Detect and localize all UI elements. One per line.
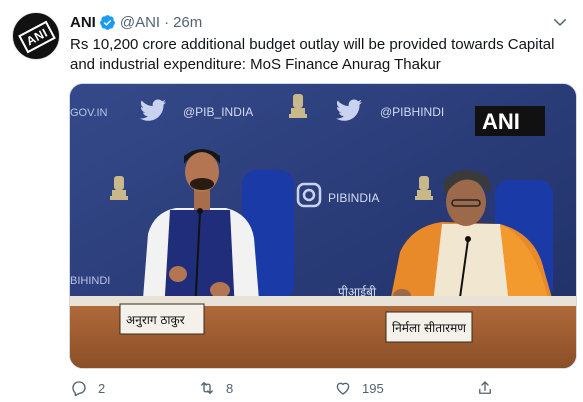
reply-count: 2 (98, 380, 106, 396)
heart-icon (336, 382, 350, 395)
backdrop-bihindi: BIHINDI (70, 275, 110, 287)
nameplate-left: अनुराग ठाकुर (126, 313, 186, 328)
share-icon (479, 381, 491, 394)
backdrop-pib-label: PIBINDIA (328, 191, 379, 205)
avatar[interactable]: ANI (12, 12, 60, 60)
display-name[interactable]: ANI (70, 14, 96, 31)
press-conference-photo: GOV.IN @PIB_INDIA @PIBHINDI ANI PIBINDIA… (70, 84, 576, 368)
reply-icon (72, 381, 86, 397)
more-options-button[interactable] (548, 10, 572, 34)
backdrop-site-text: GOV.IN (70, 107, 108, 119)
tweet-header: ANI @ANI · 26m (70, 12, 202, 32)
handle[interactable]: @ANI (120, 14, 160, 31)
like-button[interactable]: 195 (334, 376, 384, 400)
tweet: ANI ANI @ANI · 26m Rs 10,200 crore addit… (0, 0, 583, 402)
ani-logo: ANI (18, 20, 56, 54)
backdrop-handle-2: @PIBHINDI (380, 105, 444, 119)
reply-button[interactable]: 2 (70, 376, 105, 400)
share-button[interactable] (476, 376, 494, 400)
verified-badge-icon (99, 14, 115, 30)
retweet-count: 8 (226, 380, 234, 396)
nameplate-right: निर्मला सीतारमण (392, 321, 466, 335)
tweet-media-image[interactable]: GOV.IN @PIB_INDIA @PIBHINDI ANI PIBINDIA… (69, 83, 577, 369)
retweet-icon (201, 382, 213, 394)
ani-logo-text: ANI (23, 25, 51, 49)
retweet-button[interactable]: 8 (198, 376, 233, 400)
timestamp[interactable]: 26m (173, 14, 202, 31)
tweet-text: Rs 10,200 crore additional budget outlay… (70, 36, 555, 73)
separator-dot: · (164, 13, 170, 31)
backdrop-handle-1: @PIB_INDIA (183, 105, 253, 119)
chevron-down-icon (554, 19, 566, 26)
ani-watermark: ANI (482, 109, 520, 134)
like-count: 195 (362, 380, 384, 396)
tweet-actions: 2 8 195 (64, 376, 504, 400)
